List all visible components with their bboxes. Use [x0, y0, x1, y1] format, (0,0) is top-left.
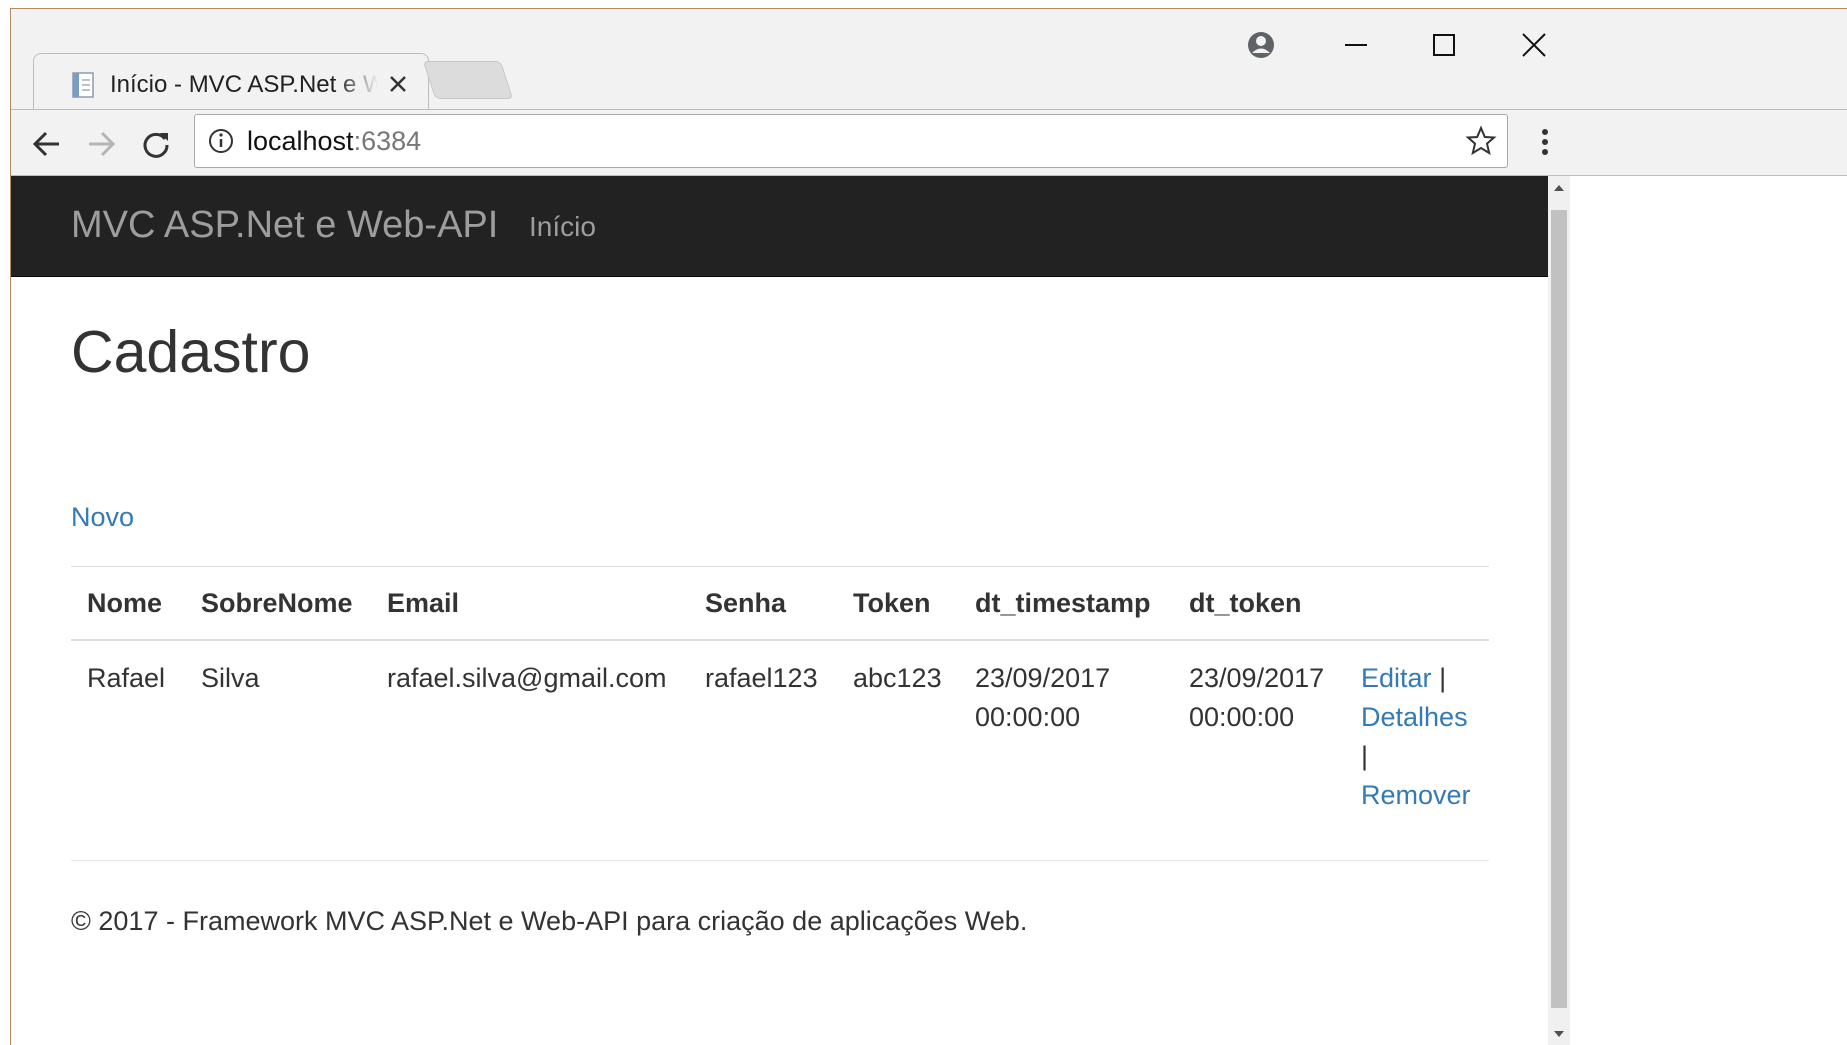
- maximize-icon[interactable]: [1424, 25, 1464, 65]
- cell-actions: Editar | Detalhes | Remover: [1345, 640, 1489, 834]
- cell-senha: rafael123: [705, 663, 818, 693]
- cell-dt-token-date: 23/09/2017: [1189, 663, 1325, 693]
- new-tab-button[interactable]: [422, 61, 514, 99]
- scroll-up-arrow-icon[interactable]: [1548, 176, 1570, 200]
- menu-icon[interactable]: [1531, 122, 1559, 162]
- cell-dt-timestamp-time: 00:00:00: [975, 702, 1081, 732]
- tab-title: Início - MVC ASP.Net e W: [110, 71, 378, 98]
- column-header-token: Token: [837, 566, 959, 641]
- remove-link[interactable]: Remover: [1361, 780, 1471, 810]
- cell-email: rafael.silva@gmail.com: [387, 663, 667, 693]
- cell-dt-timestamp-date: 23/09/2017: [975, 663, 1111, 693]
- url-host: localhost: [247, 126, 354, 156]
- browser-window: Início - MVC ASP.Net e W localhost:6384 …: [10, 8, 1847, 1045]
- column-header-senha: Senha: [689, 566, 837, 641]
- url-text[interactable]: localhost:6384: [247, 123, 421, 159]
- account-icon[interactable]: [1241, 25, 1281, 65]
- footer-text: © 2017 - Framework MVC ASP.Net e Web-API…: [71, 906, 1028, 936]
- cell-token: abc123: [853, 663, 942, 693]
- page-viewport: MVC ASP.Net e Web-API Início Cadastro No…: [11, 175, 1847, 1045]
- cell-nome: Rafael: [87, 663, 166, 693]
- cell-sobrenome: Silva: [201, 663, 260, 693]
- forward-icon[interactable]: [81, 124, 121, 164]
- url-port: :6384: [353, 126, 422, 156]
- column-header-email: Email: [371, 566, 689, 641]
- column-header-dt-token: dt_token: [1173, 566, 1345, 641]
- nav-link-inicio[interactable]: Início: [529, 210, 596, 244]
- records-table: Nome SobreNome Email Senha Token dt_time…: [71, 566, 1489, 834]
- action-separator: |: [1361, 741, 1369, 771]
- column-header-sobrenome: SobreNome: [185, 566, 371, 641]
- site-navbar: MVC ASP.Net e Web-API Início: [11, 176, 1548, 277]
- vertical-scrollbar[interactable]: [1548, 176, 1570, 1045]
- cell-dt-timestamp: 23/09/2017 00:00:00: [959, 640, 1173, 834]
- close-icon[interactable]: [384, 70, 412, 98]
- address-bar[interactable]: localhost:6384: [194, 114, 1508, 168]
- navbar-brand[interactable]: MVC ASP.Net e Web-API: [71, 202, 498, 248]
- action-separator: |: [1439, 663, 1447, 693]
- scrollbar-thumb[interactable]: [1551, 210, 1567, 1008]
- reload-icon[interactable]: [136, 124, 176, 164]
- cell-dt-token: 23/09/2017 00:00:00: [1173, 640, 1345, 834]
- column-header-dt-timestamp: dt_timestamp: [959, 566, 1173, 641]
- page-icon: [72, 72, 94, 98]
- table-header-row: Nome SobreNome Email Senha Token dt_time…: [71, 566, 1489, 641]
- minimize-icon[interactable]: [1336, 25, 1376, 65]
- table-row: Rafael Silva rafael.silva@gmail.com rafa…: [71, 640, 1489, 834]
- new-record-link[interactable]: Novo: [71, 502, 134, 533]
- column-header-nome: Nome: [71, 566, 185, 641]
- info-icon[interactable]: [207, 127, 235, 155]
- page-title: Cadastro: [71, 319, 311, 385]
- window-close-icon[interactable]: [1514, 25, 1554, 65]
- cell-dt-token-time: 00:00:00: [1189, 702, 1295, 732]
- edit-link[interactable]: Editar: [1361, 663, 1432, 693]
- column-header-actions: [1345, 566, 1489, 641]
- back-icon[interactable]: [27, 124, 67, 164]
- title-bar: Início - MVC ASP.Net e W: [11, 9, 1847, 110]
- window-background: [1570, 176, 1847, 1045]
- footer-divider: [71, 860, 1489, 861]
- details-link[interactable]: Detalhes: [1361, 702, 1468, 732]
- browser-tab[interactable]: Início - MVC ASP.Net e W: [33, 53, 429, 110]
- star-icon[interactable]: [1465, 125, 1497, 157]
- scroll-down-arrow-icon[interactable]: [1548, 1022, 1570, 1045]
- browser-toolbar: localhost:6384: [11, 109, 1847, 176]
